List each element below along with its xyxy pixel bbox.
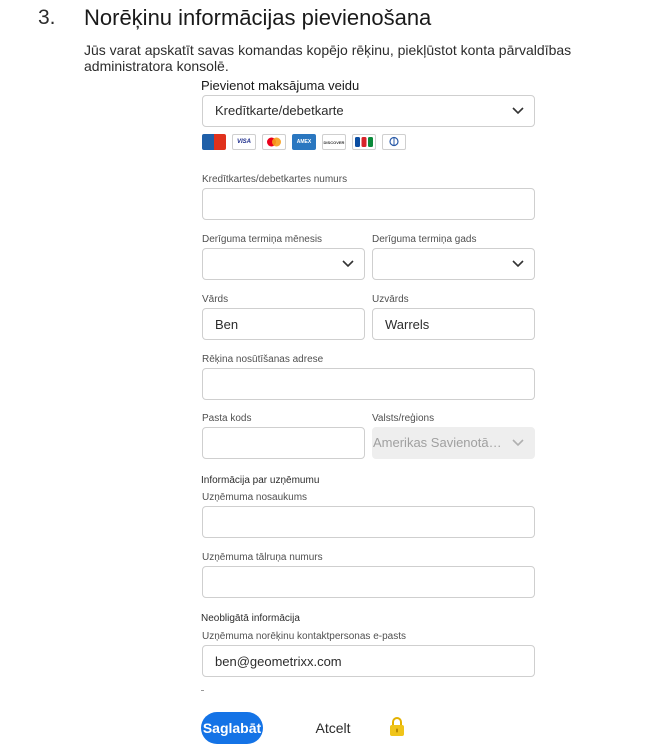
billing-address-label: Rēķina nosūtīšanas adrese — [202, 354, 324, 365]
postal-code-label: Pasta kods — [202, 413, 252, 424]
divider — [201, 690, 204, 691]
chevron-down-icon — [512, 260, 524, 268]
card-number-input[interactable] — [202, 188, 535, 220]
card-number-label: Kredītkartes/debetkartes numurs — [202, 174, 348, 185]
company-phone-label: Uzņēmuma tālruņa numurs — [202, 552, 323, 563]
page-title: Norēķinu informācijas pievienošana — [84, 5, 432, 30]
last-name-input[interactable] — [372, 308, 535, 340]
payment-method-label: Pievienot maksājuma veidu — [201, 78, 360, 93]
diners-club-international-card-icon — [382, 134, 406, 150]
exp-year-label: Derīguma termiņa gads — [372, 234, 477, 245]
mastercard-circles-icon — [267, 137, 281, 147]
intro-text: Jūs varat apskatīt savas komandas kopējo… — [84, 42, 572, 74]
jcb-stripes-icon — [355, 137, 373, 147]
billing-email-label: Uzņēmuma norēķinu kontaktpersonas e-past… — [202, 631, 406, 642]
optional-section-heading: Neobligātā informācija — [201, 613, 300, 624]
card-brand-logos: VISA AMEX DISCOVER — [202, 134, 406, 152]
payment-method-value: Kredītkarte/debetkarte — [215, 103, 344, 118]
first-name-label: Vārds — [202, 294, 229, 305]
company-phone-input[interactable] — [202, 566, 535, 598]
diners-circle-icon — [389, 136, 399, 147]
mastercard-card-icon — [262, 134, 286, 150]
exp-month-select[interactable] — [202, 248, 365, 280]
company-name-label: Uzņēmuma nosaukums — [202, 492, 308, 503]
company-name-input[interactable] — [202, 506, 535, 538]
cancel-button[interactable]: Atcelt — [305, 716, 361, 740]
payment-method-select[interactable]: Kredītkarte/debetkarte — [202, 95, 535, 127]
lock-icon — [390, 717, 404, 736]
billing-address-input[interactable] — [202, 368, 535, 400]
visa-card-icon: VISA — [232, 134, 256, 150]
step-number: 3. — [38, 6, 56, 29]
save-button[interactable]: Saglabāt — [201, 712, 263, 744]
jcb-card-icon — [352, 134, 376, 150]
diners-club-card-icon — [202, 134, 226, 150]
chevron-down-icon — [512, 107, 524, 115]
first-name-input[interactable] — [202, 308, 365, 340]
country-select: Amerikas Savienotās Valstis — [372, 427, 535, 459]
chevron-down-icon — [512, 439, 524, 447]
amex-card-icon: AMEX — [292, 134, 316, 150]
postal-code-input[interactable] — [202, 427, 365, 459]
country-label: Valsts/reģions — [372, 413, 435, 424]
exp-year-select[interactable] — [372, 248, 535, 280]
last-name-label: Uzvārds — [372, 294, 409, 305]
billing-email-input[interactable] — [202, 645, 535, 677]
chevron-down-icon — [342, 260, 354, 268]
discover-card-icon: DISCOVER — [322, 134, 346, 150]
exp-month-label: Derīguma termiņa mēnesis — [202, 234, 323, 245]
company-section-heading: Informācija par uzņēmumu — [201, 475, 320, 486]
